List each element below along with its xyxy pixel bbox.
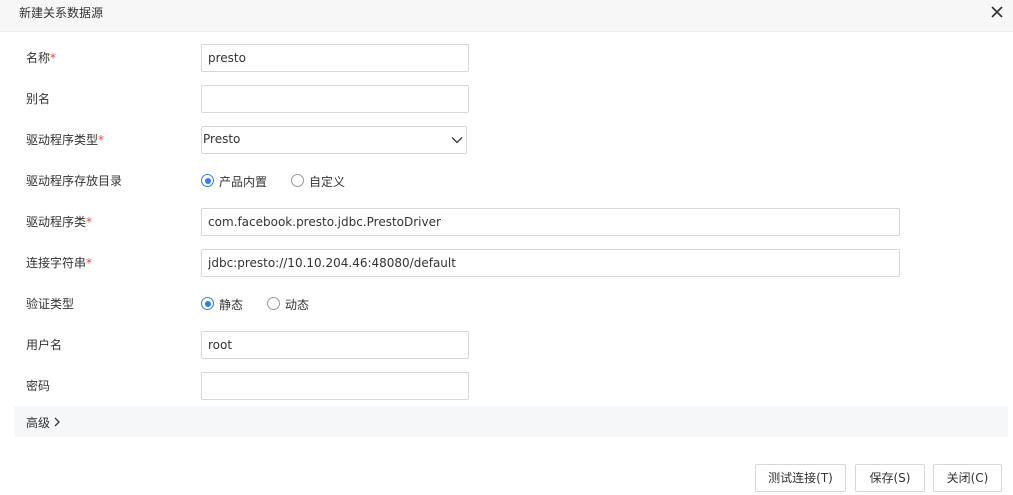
connection-string-label: 连接字符串* (26, 256, 93, 270)
driver-class-input[interactable] (201, 208, 900, 236)
dialog-title: 新建关系数据源 (19, 6, 104, 20)
row-username: 用户名 (0, 331, 1013, 359)
row-name: 名称* (0, 44, 1013, 72)
row-password: 密码 (0, 372, 1013, 400)
row-alias: 别名 (0, 85, 1013, 113)
radio-circle (201, 297, 214, 310)
chevron-down-icon (451, 137, 463, 144)
auth-type-label: 验证类型 (26, 297, 75, 311)
radio-static-label: 静态 (219, 298, 244, 312)
radio-custom-label: 自定义 (309, 175, 346, 189)
dialog-titlebar: 新建关系数据源 (0, 0, 1013, 32)
close-icon[interactable] (989, 4, 1005, 20)
name-label: 名称* (26, 51, 57, 65)
radio-builtin-label: 产品内置 (219, 175, 268, 189)
advanced-toggle[interactable]: 高级 (14, 406, 1008, 437)
alias-input[interactable] (201, 85, 469, 113)
radio-circle (267, 297, 280, 310)
driver-type-value: Presto (203, 132, 241, 146)
row-driver-type: 驱动程序类型* Presto (0, 126, 1013, 154)
alias-label: 别名 (26, 92, 51, 106)
close-button[interactable]: 关闭(C) (933, 464, 1002, 492)
test-connection-button[interactable]: 测试连接(T) (755, 464, 846, 492)
username-label: 用户名 (26, 338, 63, 352)
row-connection-string: 连接字符串* (0, 249, 1013, 277)
chevron-right-icon (54, 417, 60, 427)
row-auth-type: 验证类型 静态 动态 (0, 290, 1013, 318)
driver-type-select[interactable]: Presto (201, 126, 467, 154)
radio-circle (201, 174, 214, 187)
password-input[interactable] (201, 372, 469, 400)
driver-type-label: 驱动程序类型* (26, 133, 105, 147)
advanced-label: 高级 (26, 416, 51, 430)
radio-dynamic-label: 动态 (285, 298, 310, 312)
password-label: 密码 (26, 379, 51, 393)
row-driver-dir: 驱动程序存放目录 产品内置 自定义 (0, 167, 1013, 195)
row-driver-class: 驱动程序类* (0, 208, 1013, 236)
connection-string-input[interactable] (201, 249, 900, 277)
radio-circle (291, 174, 304, 187)
username-input[interactable] (201, 331, 469, 359)
driver-dir-label: 驱动程序存放目录 (26, 174, 123, 188)
save-button[interactable]: 保存(S) (855, 464, 925, 492)
name-input[interactable] (201, 44, 469, 72)
driver-class-label: 驱动程序类* (26, 215, 93, 229)
